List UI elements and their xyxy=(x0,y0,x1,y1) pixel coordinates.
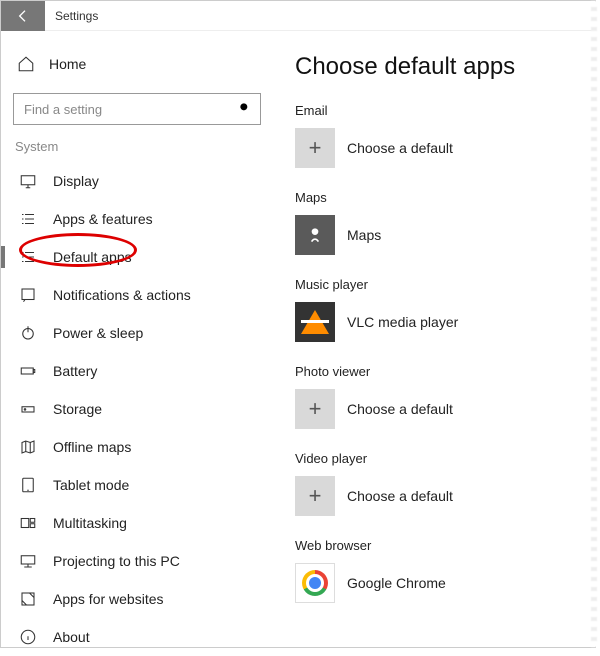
app-name: Choose a default xyxy=(347,140,453,156)
app-name: VLC media player xyxy=(347,314,458,330)
sidebar-item-multitasking[interactable]: Multitasking xyxy=(13,504,259,542)
about-icon xyxy=(19,628,37,646)
storage-icon xyxy=(19,400,37,418)
notifications-icon xyxy=(19,286,37,304)
search-input[interactable]: Find a setting xyxy=(13,93,261,125)
back-button[interactable] xyxy=(1,1,45,31)
category-video: Video player + Choose a default xyxy=(295,451,595,516)
torn-edge xyxy=(591,1,597,647)
page-title: Choose default apps xyxy=(295,53,595,81)
category-photo: Photo viewer + Choose a default xyxy=(295,364,595,429)
main-panel: Choose default apps Email + Choose a def… xyxy=(271,31,595,647)
sidebar-item-label: Notifications & actions xyxy=(53,287,191,303)
power-icon xyxy=(19,324,37,342)
sidebar-item-label: Offline maps xyxy=(53,439,131,455)
sidebar-item-label: Power & sleep xyxy=(53,325,143,341)
section-label: System xyxy=(15,139,259,154)
category-label: Maps xyxy=(295,190,595,205)
tablet-icon xyxy=(19,476,37,494)
category-email: Email + Choose a default xyxy=(295,103,595,168)
nav-list: Display Apps & features Default apps Not… xyxy=(13,162,259,656)
search-placeholder: Find a setting xyxy=(24,102,102,117)
sidebar-item-label: Projecting to this PC xyxy=(53,553,180,569)
default-app-maps[interactable]: Maps xyxy=(295,215,595,255)
category-label: Video player xyxy=(295,451,595,466)
category-maps: Maps Maps xyxy=(295,190,595,255)
sidebar-item-label: Default apps xyxy=(53,249,132,265)
list-icon xyxy=(19,210,37,228)
category-web: Web browser Google Chrome xyxy=(295,538,595,603)
back-arrow-icon xyxy=(15,8,31,24)
app-name: Choose a default xyxy=(347,401,453,417)
sidebar-item-power-sleep[interactable]: Power & sleep xyxy=(13,314,259,352)
sidebar-item-display[interactable]: Display xyxy=(13,162,259,200)
sidebar-item-notifications[interactable]: Notifications & actions xyxy=(13,276,259,314)
search-icon xyxy=(238,101,252,118)
category-label: Web browser xyxy=(295,538,595,553)
app-name: Maps xyxy=(347,227,381,243)
sidebar-item-default-apps[interactable]: Default apps xyxy=(13,238,259,276)
default-app-music[interactable]: VLC media player xyxy=(295,302,595,342)
apps-websites-icon xyxy=(19,590,37,608)
sidebar-item-projecting[interactable]: Projecting to this PC xyxy=(13,542,259,580)
app-name: Choose a default xyxy=(347,488,453,504)
sidebar-item-battery[interactable]: Battery xyxy=(13,352,259,390)
category-label: Music player xyxy=(295,277,595,292)
chrome-icon xyxy=(295,563,335,603)
sidebar-item-label: Tablet mode xyxy=(53,477,129,493)
sidebar: Home Find a setting System Display Apps … xyxy=(1,31,271,647)
projecting-icon xyxy=(19,552,37,570)
category-label: Photo viewer xyxy=(295,364,595,379)
display-icon xyxy=(19,172,37,190)
settings-window: Settings Home Find a setting System xyxy=(0,0,596,648)
home-button[interactable]: Home xyxy=(13,49,259,79)
default-app-web[interactable]: Google Chrome xyxy=(295,563,595,603)
sidebar-item-storage[interactable]: Storage xyxy=(13,390,259,428)
sidebar-item-label: Apps for websites xyxy=(53,591,164,607)
default-app-email[interactable]: + Choose a default xyxy=(295,128,595,168)
sidebar-item-label: Storage xyxy=(53,401,102,417)
sidebar-item-offline-maps[interactable]: Offline maps xyxy=(13,428,259,466)
battery-icon xyxy=(19,362,37,380)
sidebar-item-label: Apps & features xyxy=(53,211,153,227)
default-app-video[interactable]: + Choose a default xyxy=(295,476,595,516)
map-icon xyxy=(19,438,37,456)
sidebar-item-label: Display xyxy=(53,173,99,189)
sidebar-item-apps-features[interactable]: Apps & features xyxy=(13,200,259,238)
sidebar-item-label: About xyxy=(53,629,90,645)
plus-icon: + xyxy=(295,389,335,429)
sidebar-item-tablet-mode[interactable]: Tablet mode xyxy=(13,466,259,504)
category-music: Music player VLC media player xyxy=(295,277,595,342)
vlc-icon xyxy=(295,302,335,342)
home-icon xyxy=(17,55,35,73)
plus-icon: + xyxy=(295,128,335,168)
sidebar-item-apps-websites[interactable]: Apps for websites xyxy=(13,580,259,618)
sidebar-item-label: Battery xyxy=(53,363,97,379)
default-apps-icon xyxy=(19,248,37,266)
multitasking-icon xyxy=(19,514,37,532)
sidebar-item-label: Multitasking xyxy=(53,515,127,531)
titlebar: Settings xyxy=(1,1,595,31)
category-label: Email xyxy=(295,103,595,118)
app-name: Google Chrome xyxy=(347,575,446,591)
sidebar-item-about[interactable]: About xyxy=(13,618,259,656)
plus-icon: + xyxy=(295,476,335,516)
window-title: Settings xyxy=(45,9,98,23)
home-label: Home xyxy=(49,56,86,72)
default-app-photo[interactable]: + Choose a default xyxy=(295,389,595,429)
maps-app-icon xyxy=(295,215,335,255)
